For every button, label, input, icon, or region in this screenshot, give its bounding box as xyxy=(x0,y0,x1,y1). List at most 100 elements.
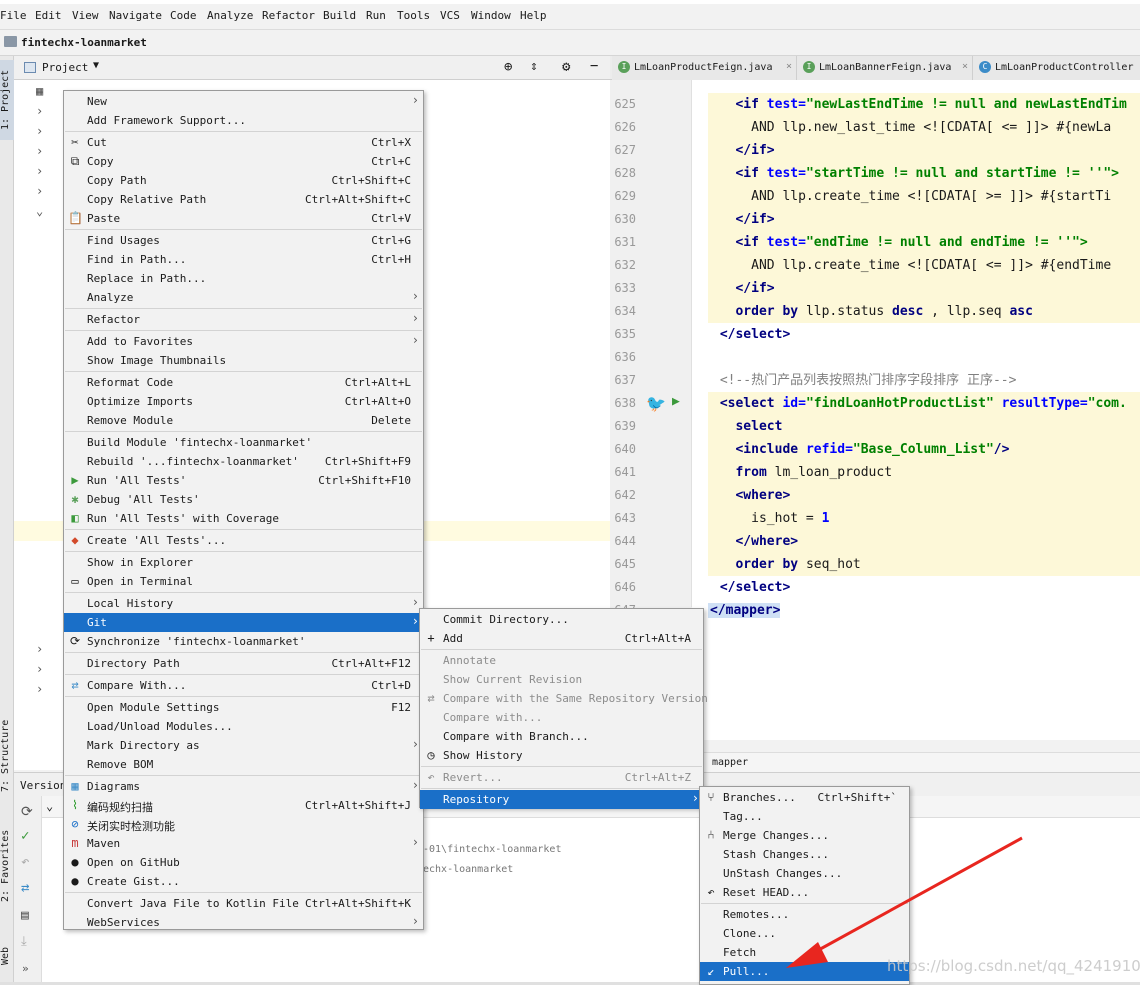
menu-item-rebuild-fintechx-loanmarket[interactable]: Rebuild '...fintechx-loanmarket' Ctrl+Shi… xyxy=(64,452,423,471)
menu-item-compare-with-branch[interactable]: Compare with Branch... xyxy=(420,727,703,746)
menu-item-optimize-imports[interactable]: Optimize Imports Ctrl+Alt+O xyxy=(64,392,423,411)
menu-item-revert[interactable]: ↶ Revert... Ctrl+Alt+Z xyxy=(420,768,703,787)
menu-item-remove-module[interactable]: Remove Module Delete xyxy=(64,411,423,430)
menu-item-git[interactable]: Git › xyxy=(64,613,423,632)
project-tool-tab[interactable]: 1: Project xyxy=(0,60,14,140)
menu-item-remove-bom[interactable]: Remove BOM xyxy=(64,755,423,774)
close-icon[interactable]: × xyxy=(786,61,792,72)
chevron-right-icon[interactable]: › xyxy=(36,682,43,696)
editor-tab[interactable]: I LmLoanProductFeign.java × xyxy=(612,56,797,80)
menu-item-run-all-tests[interactable]: ▶ Run 'All Tests' Ctrl+Shift+F10 xyxy=(64,471,423,490)
chevron-right-icon[interactable]: › xyxy=(36,164,43,178)
hide-icon[interactable]: − xyxy=(590,58,598,74)
chevron-down-icon[interactable]: ⌄ xyxy=(46,799,53,813)
menu-item-copy[interactable]: ⧉ Copy Ctrl+C xyxy=(64,152,423,171)
menu-item-compare-with-the-same-repository-version[interactable]: ⇄ Compare with the Same Repository Versio… xyxy=(420,689,708,708)
menu-item-copy-relative-path[interactable]: Copy Relative Path Ctrl+Alt+Shift+C xyxy=(64,190,423,209)
chevron-right-icon[interactable]: › xyxy=(36,144,43,158)
menu-item-build-module-fintechx-loanmarket[interactable]: Build Module 'fintechx-loanmarket' xyxy=(64,433,423,452)
download-icon[interactable]: ⤓ xyxy=(21,934,27,949)
menu-item-copy-path[interactable]: Copy Path Ctrl+Shift+C xyxy=(64,171,423,190)
menu-item-add-framework-support[interactable]: Add Framework Support... xyxy=(64,111,423,130)
run-icon[interactable]: ▶ xyxy=(672,394,680,409)
menu-item-关闭实时检测功能[interactable]: ⊘ 关闭实时检测功能 xyxy=(64,815,423,834)
menu-code[interactable]: Code xyxy=(170,9,197,22)
menu-item-create-all-tests[interactable]: ◆ Create 'All Tests'... xyxy=(64,531,423,550)
menu-item-reformat-code[interactable]: Reformat Code Ctrl+Alt+L xyxy=(64,373,423,392)
menu-item-paste[interactable]: 📋 Paste Ctrl+V xyxy=(64,209,423,228)
menu-navigate[interactable]: Navigate xyxy=(109,9,162,22)
menu-item-tag[interactable]: Tag... xyxy=(700,807,909,826)
menu-item-branches[interactable]: ⑂ Branches... Ctrl+Shift+` xyxy=(700,788,909,807)
close-icon[interactable]: × xyxy=(962,61,968,72)
list-icon[interactable]: ▤ xyxy=(21,908,29,923)
menu-item-compare-with[interactable]: ⇄ Compare With... Ctrl+D xyxy=(64,676,423,695)
menu-item-diagrams[interactable]: ▦ Diagrams › xyxy=(64,777,423,796)
undo-icon[interactable]: ↶ xyxy=(21,854,29,870)
menu-refactor[interactable]: Refactor xyxy=(262,9,315,22)
menu-item-annotate[interactable]: Annotate xyxy=(420,651,703,670)
editor-breadcrumb[interactable]: mapper xyxy=(692,752,1140,772)
menu-window[interactable]: Window xyxy=(471,9,511,22)
menu-item-cut[interactable]: ✂ Cut Ctrl+X xyxy=(64,133,423,152)
project-breadcrumb[interactable]: fintechx-loanmarket xyxy=(21,36,147,49)
menu-item-load-unload-modules[interactable]: Load/Unload Modules... xyxy=(64,717,423,736)
menu-item-show-current-revision[interactable]: Show Current Revision xyxy=(420,670,703,689)
menu-vcs[interactable]: VCS xyxy=(440,9,460,22)
menu-item-local-history[interactable]: Local History › xyxy=(64,594,423,613)
menu-item-analyze[interactable]: Analyze › xyxy=(64,288,423,307)
menu-item-create-gist[interactable]: ● Create Gist... xyxy=(64,872,423,891)
menu-item-webservices[interactable]: WebServices › xyxy=(64,913,423,932)
menu-item-find-in-path[interactable]: Find in Path... Ctrl+H xyxy=(64,250,423,269)
chevron-down-icon[interactable]: ⌄ xyxy=(36,204,43,218)
menu-item-commit-directory[interactable]: Commit Directory... xyxy=(420,610,703,629)
menu-item-mark-directory-as[interactable]: Mark Directory as › xyxy=(64,736,423,755)
chevron-right-icon[interactable]: › xyxy=(36,642,43,656)
menu-item-add-to-favorites[interactable]: Add to Favorites › xyxy=(64,332,423,351)
menu-help[interactable]: Help xyxy=(520,9,547,22)
menu-item-compare-with[interactable]: Compare with... xyxy=(420,708,703,727)
chevron-right-icon[interactable]: › xyxy=(36,662,43,676)
mapper-navigation-icon[interactable]: 🐦 xyxy=(646,394,666,413)
chevron-right-icon[interactable]: › xyxy=(36,184,43,198)
menu-item-show-history[interactable]: ◷ Show History xyxy=(420,746,703,765)
web-tool-tab[interactable]: Web xyxy=(0,936,14,976)
chevron-right-icon[interactable]: › xyxy=(36,104,43,118)
favorites-tool-tab[interactable]: 2: Favorites xyxy=(0,826,14,906)
editor-tab[interactable]: I LmLoanBannerFeign.java × xyxy=(797,56,973,80)
menu-view[interactable]: View xyxy=(72,9,99,22)
menu-item-open-on-github[interactable]: ● Open on GitHub xyxy=(64,853,423,872)
collapse-icon[interactable]: ⇕ xyxy=(530,59,538,74)
version-control-title[interactable]: Version xyxy=(20,779,66,792)
editor-tab[interactable]: C LmLoanProductController xyxy=(973,56,1140,80)
menu-build[interactable]: Build xyxy=(323,9,356,22)
menu-edit[interactable]: Edit xyxy=(35,9,62,22)
menu-item-replace-in-path[interactable]: Replace in Path... xyxy=(64,269,423,288)
menu-analyze[interactable]: Analyze xyxy=(207,9,253,22)
refresh-icon[interactable]: ⟳ xyxy=(21,804,33,820)
menu-item-show-in-explorer[interactable]: Show in Explorer xyxy=(64,553,423,572)
menu-item-编码规约扫描[interactable]: ⌇ 编码规约扫描 Ctrl+Alt+Shift+J xyxy=(64,796,423,815)
code-editor[interactable]: <if test="newLastEndTime != null and new… xyxy=(692,80,1140,740)
menu-item-add[interactable]: + Add Ctrl+Alt+A xyxy=(420,629,703,648)
menu-item-open-in-terminal[interactable]: ▭ Open in Terminal xyxy=(64,572,423,591)
menu-item-synchronize-fintechx-loanmarket[interactable]: ⟳ Synchronize 'fintechx-loanmarket' xyxy=(64,632,423,651)
more-icon[interactable]: » xyxy=(22,962,29,975)
chevron-right-icon[interactable]: › xyxy=(36,124,43,138)
menu-item-debug-all-tests[interactable]: ✱ Debug 'All Tests' xyxy=(64,490,423,509)
menu-run[interactable]: Run xyxy=(366,9,386,22)
gear-icon[interactable]: ⚙ xyxy=(562,59,570,75)
structure-tool-tab[interactable]: 7: Structure xyxy=(0,716,14,796)
menu-item-run-all-tests-with-coverage[interactable]: ◧ Run 'All Tests' with Coverage xyxy=(64,509,423,528)
menu-item-open-module-settings[interactable]: Open Module Settings F12 xyxy=(64,698,423,717)
chevron-down-icon[interactable]: ▼ xyxy=(93,60,99,71)
target-icon[interactable]: ⊕ xyxy=(504,59,512,75)
menu-item-convert-java-file-to-kotlin-file[interactable]: Convert Java File to Kotlin File Ctrl+Alt… xyxy=(64,894,423,913)
menu-file[interactable]: File xyxy=(0,9,27,22)
menu-item-refactor[interactable]: Refactor › xyxy=(64,310,423,329)
compare-icon[interactable]: ⇄ xyxy=(21,880,29,896)
menu-item-maven[interactable]: m Maven › xyxy=(64,834,423,853)
menu-item-find-usages[interactable]: Find Usages Ctrl+G xyxy=(64,231,423,250)
menu-item-new[interactable]: New › xyxy=(64,92,423,111)
menu-item-show-image-thumbnails[interactable]: Show Image Thumbnails xyxy=(64,351,423,370)
